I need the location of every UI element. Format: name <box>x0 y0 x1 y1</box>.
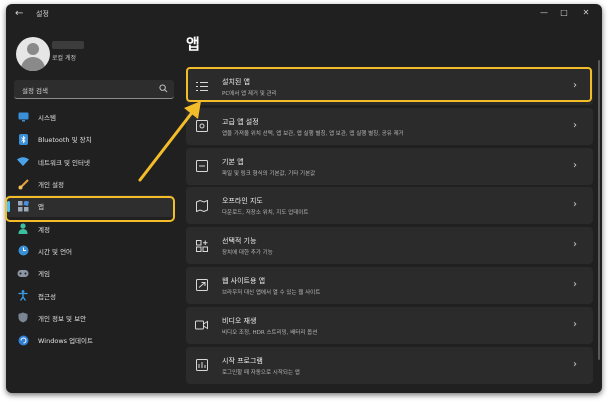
card-title: 웹 사이트용 앱 <box>222 276 266 285</box>
avatar-head <box>27 43 39 55</box>
sidebar-item-network[interactable]: 네트워크 및 인터넷 <box>6 151 174 173</box>
web-apps-icon <box>195 279 208 292</box>
card-video-playback[interactable]: 비디오 재생 비디오 조정, HDR 스트리밍, 배터리 옵션 › <box>186 306 593 344</box>
sidebar-item-label: 시스템 <box>38 114 56 123</box>
sidebar-item-windows-update[interactable]: Windows 업데이트 <box>6 329 174 351</box>
shield-icon <box>17 312 29 324</box>
sidebar-item-time-language[interactable]: 시간 및 언어 <box>6 240 174 262</box>
app-title: 설정 <box>36 10 49 18</box>
page-title: 앱 <box>186 35 200 53</box>
card-description: 장치에 대한 추가 기능 <box>222 250 273 257</box>
user-name-redacted <box>52 41 84 49</box>
highlight-box-installed-apps <box>186 67 592 102</box>
maximize-button[interactable]: □ <box>554 6 574 20</box>
accessibility-icon <box>17 290 29 302</box>
sidebar-item-gaming[interactable]: 게임 <box>6 262 174 284</box>
advanced-apps-icon <box>195 120 208 133</box>
card-offline-maps[interactable]: 오프라인 지도 다운로드, 저장소 위치, 지도 업데이트 › <box>186 187 593 225</box>
game-icon <box>17 267 29 279</box>
sidebar-item-label: 계정 <box>38 225 50 234</box>
sidebar-item-accessibility[interactable]: 접근성 <box>6 284 174 306</box>
brush-icon <box>17 178 29 190</box>
chevron-right-icon: › <box>573 159 577 171</box>
card-startup[interactable]: 시작 프로그램 로그인할 때 자동으로 시작되는 앱 › <box>186 346 593 384</box>
sidebar-item-label: 네트워크 및 인터넷 <box>38 158 90 167</box>
wifi-icon <box>17 156 29 168</box>
bluetooth-icon <box>17 133 29 145</box>
sidebar-item-label: 접근성 <box>38 292 56 301</box>
scrollbar[interactable] <box>598 60 600 360</box>
update-icon <box>17 334 29 346</box>
card-title: 시작 프로그램 <box>222 356 263 365</box>
sidebar-item-label: Bluetooth 및 장치 <box>38 136 92 145</box>
sidebar-nav: 시스템 Bluetooth 및 장치 네트워크 및 인터넷 개인 설정 앱 계정 <box>6 106 174 351</box>
search-input[interactable]: 설정 검색 <box>14 80 174 99</box>
card-description: 비디오 조정, HDR 스트리밍, 배터리 옵션 <box>222 329 318 336</box>
card-title: 비디오 재생 <box>222 316 257 325</box>
sidebar-item-label: 개인 정보 및 보안 <box>38 314 87 323</box>
sidebar-item-label: 개인 설정 <box>38 181 64 190</box>
highlight-box-apps <box>5 196 175 222</box>
card-apps-for-websites[interactable]: 웹 사이트용 앱 브라우저 대신 앱에서 열 수 있는 웹 사이트 › <box>186 266 593 304</box>
apps-card-list: 설치된 앱 PC에서 앱 제거 및 관리 › 고급 앱 설정 앱을 가져올 위치… <box>186 68 593 386</box>
card-title: 기본 앱 <box>222 157 244 166</box>
sidebar-item-label: 시간 및 언어 <box>38 247 73 256</box>
avatar[interactable] <box>16 37 50 71</box>
card-title: 고급 앱 설정 <box>222 117 259 126</box>
account-type: 로컬 계정 <box>52 55 76 62</box>
map-icon <box>195 199 208 212</box>
monitor-icon <box>17 111 29 123</box>
default-apps-icon <box>195 160 208 173</box>
video-icon <box>195 319 208 332</box>
optional-features-icon <box>195 239 208 252</box>
card-optional-features[interactable]: 선택적 기능 장치에 대한 추가 기능 › <box>186 227 593 265</box>
card-title: 오프라인 지도 <box>222 197 263 206</box>
sidebar-item-personalization[interactable]: 개인 설정 <box>6 173 174 195</box>
card-advanced-app-settings[interactable]: 고급 앱 설정 앱을 가져올 위치 선택, 앱 보관, 앱 실행 별칭, 앱 보… <box>186 107 593 145</box>
sidebar-item-bluetooth[interactable]: Bluetooth 및 장치 <box>6 128 174 150</box>
card-description: 파일 및 링크 형식의 기본값, 기타 기본값 <box>222 170 316 177</box>
sidebar-item-system[interactable]: 시스템 <box>6 106 174 128</box>
back-arrow-icon[interactable]: ← <box>15 8 27 20</box>
person-icon <box>17 223 29 235</box>
search-input-text: 설정 검색 <box>22 87 48 95</box>
card-description: 브라우저 대신 앱에서 열 수 있는 웹 사이트 <box>222 289 321 296</box>
startup-icon <box>195 359 208 372</box>
chevron-right-icon: › <box>573 358 577 370</box>
card-description: 앱을 가져올 위치 선택, 앱 보관, 앱 실행 별칭, 앱 보관, 앱 실행 … <box>222 130 404 137</box>
sidebar-item-label: Windows 업데이트 <box>38 337 94 346</box>
chevron-right-icon: › <box>573 119 577 131</box>
sidebar-item-label: 게임 <box>38 270 50 279</box>
minimize-button[interactable]: — <box>534 6 554 20</box>
chevron-right-icon: › <box>573 199 577 211</box>
close-button[interactable]: ✕ <box>576 6 596 20</box>
avatar-body <box>21 57 45 71</box>
chevron-right-icon: › <box>573 278 577 290</box>
globe-clock-icon <box>17 245 29 257</box>
card-title: 선택적 기능 <box>222 237 257 246</box>
card-description: 로그인할 때 자동으로 시작되는 앱 <box>222 369 300 376</box>
card-default-apps[interactable]: 기본 앱 파일 및 링크 형식의 기본값, 기타 기본값 › <box>186 147 593 185</box>
chevron-right-icon: › <box>573 239 577 251</box>
title-bar: ← 설정 — □ ✕ <box>6 4 602 24</box>
card-description: 다운로드, 저장소 위치, 지도 업데이트 <box>222 210 309 217</box>
search-icon[interactable] <box>159 84 168 93</box>
sidebar-item-privacy[interactable]: 개인 정보 및 보안 <box>6 307 174 329</box>
chevron-right-icon: › <box>573 318 577 330</box>
